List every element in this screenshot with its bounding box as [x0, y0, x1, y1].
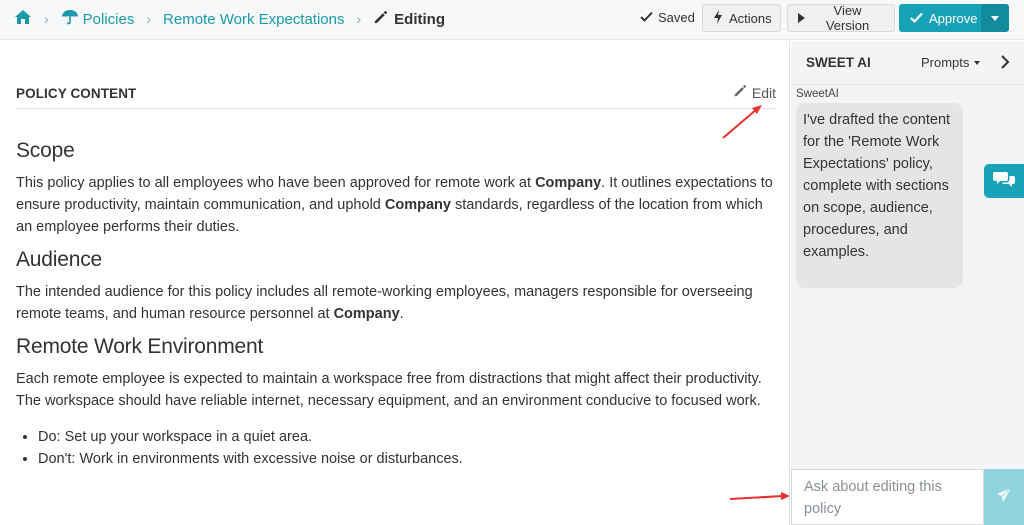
paper-plane-icon	[996, 487, 1012, 508]
ai-chat-input[interactable]: Ask about editing this policy	[791, 469, 984, 525]
ai-panel-title: SWEET AI	[806, 55, 871, 70]
section-title: POLICY CONTENT	[16, 86, 137, 101]
do-dont-list: Do: Set up your workspace in a quiet are…	[38, 426, 776, 470]
umbrella-icon	[61, 9, 79, 29]
breadcrumb-current-label: Editing	[394, 10, 445, 28]
pencil-icon	[373, 10, 394, 29]
breadcrumb-policies[interactable]: Policies	[61, 9, 135, 29]
ai-panel-header: SWEET AI Prompts	[791, 41, 1024, 85]
approve-dropdown-toggle[interactable]	[981, 4, 1009, 32]
environment-paragraph: Each remote employee is expected to main…	[16, 371, 762, 409]
actions-button[interactable]: Actions	[702, 4, 781, 32]
pencil-icon	[733, 84, 752, 101]
chevron-right-icon[interactable]	[1000, 55, 1010, 74]
list-item: Don't: Work in environments with excessi…	[38, 448, 776, 470]
home-icon	[14, 9, 32, 29]
text-run: This policy applies to all employees who…	[16, 175, 536, 191]
actions-label: Actions	[729, 10, 772, 26]
saved-label: Saved	[658, 10, 695, 25]
view-version-button[interactable]: View Version	[787, 3, 895, 33]
chat-toggle-button[interactable]	[984, 164, 1024, 198]
audience-paragraph: The intended audience for this policy in…	[16, 281, 776, 325]
company-name: Company	[384, 197, 451, 213]
breadcrumb: › Policies › Remote Work Expectations › …	[14, 8, 445, 30]
edit-label: Edit	[751, 84, 776, 101]
list-item: Do: Set up your workspace in a quiet are…	[38, 426, 776, 448]
company-name: Company	[333, 306, 400, 322]
edit-button[interactable]: Edit	[733, 84, 776, 101]
view-version-label: View Version	[825, 3, 870, 33]
breadcrumb-separator: ›	[44, 11, 49, 27]
section-header: POLICY CONTENT Edit	[16, 81, 776, 109]
breadcrumb-policies-label: Policies	[82, 10, 135, 28]
breadcrumb-current: Editing	[373, 10, 445, 29]
scope-paragraph: This policy applies to all employees who…	[16, 172, 776, 238]
policy-document: Scope This policy applies to all employe…	[16, 137, 776, 470]
company-name: Company	[535, 175, 602, 191]
bolt-icon	[713, 9, 729, 27]
top-bar: › Policies › Remote Work Expectations › …	[0, 0, 1024, 40]
approve-label: Approve	[929, 10, 978, 26]
caret-down-icon	[991, 15, 999, 21]
text-run: .	[399, 306, 404, 322]
send-button[interactable]	[984, 469, 1024, 525]
check-icon	[910, 11, 929, 26]
breadcrumb-separator: ›	[356, 11, 362, 27]
saved-status: Saved	[640, 10, 695, 25]
ai-message-bubble: I've drafted the content for the 'Remote…	[796, 103, 963, 288]
ai-panel: SWEET AI Prompts SweetAI I've drafted th…	[791, 41, 1024, 525]
breadcrumb-separator: ›	[146, 11, 152, 27]
breadcrumb-home[interactable]	[14, 9, 32, 29]
message-sender: SweetAI	[796, 88, 839, 100]
section-heading-scope: Scope	[16, 139, 75, 162]
policy-content-panel: POLICY CONTENT Edit Scope This policy ap…	[0, 41, 790, 525]
approve-button[interactable]: Approve	[899, 4, 981, 32]
caret-down-icon	[974, 60, 981, 65]
check-icon	[640, 10, 658, 25]
breadcrumb-policy-name[interactable]: Remote Work Expectations	[163, 11, 344, 28]
prompts-label: Prompts	[921, 55, 970, 70]
section-heading-audience: Audience	[16, 248, 102, 271]
section-heading-environment: Remote Work Environment	[16, 335, 264, 358]
comments-icon	[993, 170, 1015, 193]
prompts-dropdown[interactable]: Prompts	[921, 55, 981, 70]
play-icon	[798, 11, 811, 26]
